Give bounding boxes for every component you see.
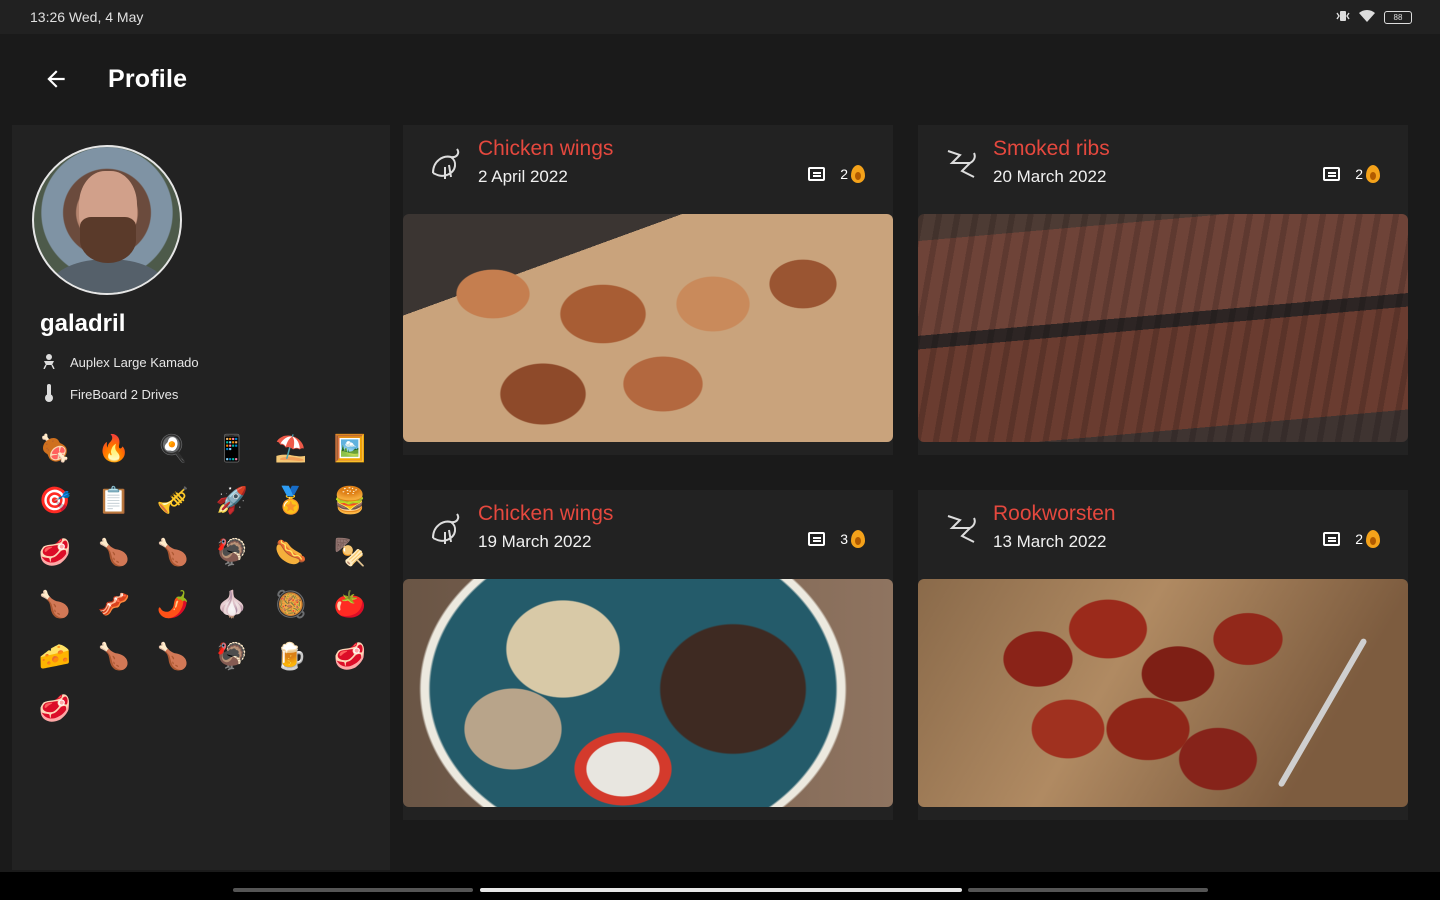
badge[interactable]: 🍅 (331, 586, 369, 621)
badge[interactable]: 🍳 (154, 430, 192, 465)
badge[interactable]: 🥘 (272, 586, 310, 621)
chicken-icon (432, 513, 460, 544)
avatar (32, 145, 182, 295)
badge[interactable]: 🍗 (95, 534, 133, 569)
comment-icon (1323, 532, 1341, 546)
badge[interactable]: 🦃 (213, 534, 251, 569)
grill-icon (40, 353, 58, 372)
badge[interactable]: 📱 (213, 430, 251, 465)
home-indicator[interactable] (480, 888, 962, 892)
post-stats: 2 (1323, 530, 1380, 548)
badge[interactable]: 🍗 (154, 534, 192, 569)
badge[interactable]: 🧀 (36, 638, 74, 673)
post-image[interactable] (918, 214, 1408, 442)
badge-grid: 🍖 🔥 🍳 📱 ⛱️ 🖼️ 🎯 📋 🎺 🚀 🏅 🍔 🥩 🍗 🍗 🦃 🌭 🍢 🍗 … (36, 430, 386, 725)
post-stats: 2 (808, 165, 865, 183)
badge[interactable]: 🍗 (95, 638, 133, 673)
battery-icon: 88 (1384, 10, 1412, 24)
post-title[interactable]: Chicken wings (478, 502, 613, 526)
chicken-icon (432, 148, 460, 179)
nav-indicator-left (233, 888, 473, 892)
post-image[interactable] (403, 579, 893, 807)
username: galadril (40, 310, 126, 337)
badge[interactable]: 🚀 (213, 482, 251, 517)
post-date: 19 March 2022 (478, 532, 592, 551)
equipment-label: Auplex Large Kamado (70, 355, 199, 370)
badge[interactable]: 🎺 (154, 482, 192, 517)
badge[interactable]: 🥩 (36, 690, 74, 725)
pig-icon (947, 515, 976, 543)
badge[interactable]: 🌭 (272, 534, 310, 569)
equipment-item-grill: Auplex Large Kamado (40, 353, 199, 372)
badge[interactable]: 🥩 (36, 534, 74, 569)
profile-panel: galadril Auplex Large Kamado FireBoard 2… (12, 125, 390, 870)
comment-count: 3 (840, 531, 848, 547)
post-card[interactable]: Chicken wings 19 March 2022 3 (403, 490, 893, 820)
badge[interactable]: 🥓 (95, 586, 133, 621)
comment-count: 2 (1355, 166, 1363, 182)
flame-icon (851, 165, 865, 183)
post-stats: 2 (1323, 165, 1380, 183)
badge[interactable]: 🏅 (272, 482, 310, 517)
post-title[interactable]: Rookworsten (993, 502, 1116, 526)
badge[interactable]: 🥩 (331, 638, 369, 673)
badge[interactable]: ⛱️ (272, 430, 310, 465)
badge[interactable]: 🍗 (154, 638, 192, 673)
comment-icon (808, 167, 826, 181)
badge[interactable]: 🦃 (213, 638, 251, 673)
equipment-label: FireBoard 2 Drives (70, 387, 179, 402)
thermometer-icon (40, 384, 58, 405)
comment-count: 2 (1355, 531, 1363, 547)
post-date: 13 March 2022 (993, 532, 1107, 551)
nav-indicator-right (968, 888, 1208, 892)
fork-shape (1277, 637, 1368, 788)
flame-icon (1366, 530, 1380, 548)
flame-icon (851, 530, 865, 548)
comment-icon (1323, 167, 1341, 181)
post-card[interactable]: Smoked ribs 20 March 2022 2 (918, 125, 1408, 455)
pig-icon (947, 150, 976, 178)
post-stats: 3 (808, 530, 865, 548)
badge[interactable]: 🍺 (272, 638, 310, 673)
post-card[interactable]: Chicken wings 2 April 2022 2 (403, 125, 893, 455)
post-image[interactable] (918, 579, 1408, 807)
app-bar: Profile (0, 34, 1440, 124)
badge[interactable]: 📋 (95, 482, 133, 517)
badge[interactable]: 🔥 (95, 430, 133, 465)
badge[interactable]: 🎯 (36, 482, 74, 517)
status-bar: 13:26 Wed, 4 May 88 (0, 0, 1440, 34)
badge[interactable]: 🍗 (36, 586, 74, 621)
arrow-left-icon (47, 70, 65, 88)
battery-level: 88 (1393, 12, 1403, 22)
badge[interactable]: 🖼️ (331, 430, 369, 465)
flame-icon (1366, 165, 1380, 183)
post-card[interactable]: Rookworsten 13 March 2022 2 (918, 490, 1408, 820)
badge[interactable]: 🍔 (331, 482, 369, 517)
post-title[interactable]: Chicken wings (478, 137, 613, 161)
post-card-header: Rookworsten 13 March 2022 2 (918, 490, 1408, 578)
post-card-header: Smoked ribs 20 March 2022 2 (918, 125, 1408, 213)
post-image[interactable] (403, 214, 893, 442)
badge[interactable]: 🍖 (36, 430, 74, 465)
post-title[interactable]: Smoked ribs (993, 137, 1110, 161)
page-title: Profile (108, 64, 188, 93)
back-button[interactable] (36, 59, 76, 99)
badge[interactable]: 🧄 (213, 586, 251, 621)
equipment-item-thermometer: FireBoard 2 Drives (40, 384, 178, 405)
wifi-icon (1358, 9, 1376, 26)
comment-icon (808, 532, 826, 546)
status-icons: 88 (1336, 9, 1412, 26)
badge[interactable]: 🍢 (331, 534, 369, 569)
vibrate-icon (1336, 9, 1350, 26)
comment-count: 2 (840, 166, 848, 182)
badge[interactable]: 🌶️ (154, 586, 192, 621)
post-card-header: Chicken wings 19 March 2022 3 (403, 490, 893, 578)
post-date: 20 March 2022 (993, 167, 1107, 186)
status-time-date: 13:26 Wed, 4 May (30, 9, 144, 25)
post-card-header: Chicken wings 2 April 2022 2 (403, 125, 893, 213)
post-date: 2 April 2022 (478, 167, 568, 186)
system-navigation-bar (0, 872, 1440, 900)
